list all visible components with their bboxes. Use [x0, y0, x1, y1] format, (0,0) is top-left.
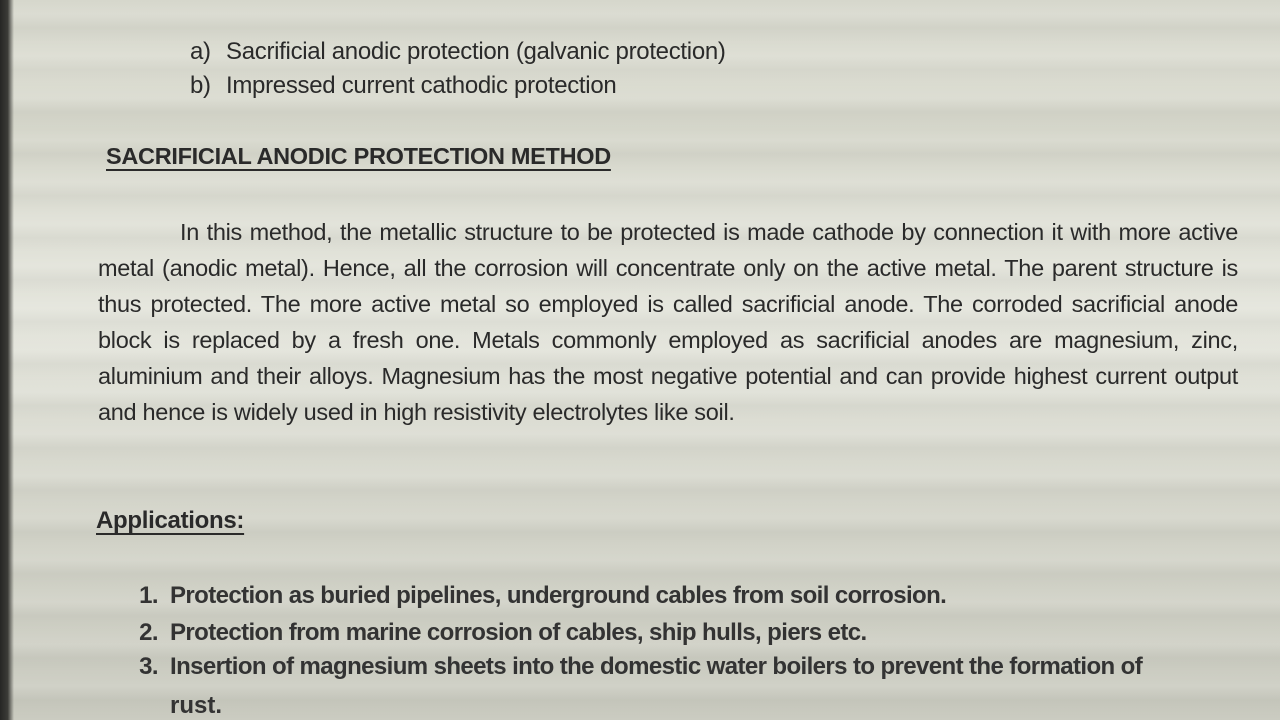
list-marker-a: a): [190, 38, 211, 65]
application-text-3-continuation: rust.: [170, 692, 223, 719]
application-text-1: Protection as buried pipelines, undergro…: [170, 582, 947, 609]
list-text-b: Impressed current cathodic protection: [226, 72, 617, 99]
application-number-2: 2.: [139, 619, 158, 646]
applications-heading: Applications:: [96, 507, 245, 534]
application-number-3: 3.: [139, 653, 158, 680]
application-number-1: 1.: [139, 582, 158, 609]
application-text-2: Protection from marine corrosion of cabl…: [170, 619, 867, 646]
list-marker-b: b): [190, 72, 211, 99]
application-text-3: Insertion of magnesium sheets into the d…: [170, 653, 1143, 680]
section-paragraph: In this method, the metallic structure t…: [98, 214, 1238, 430]
paragraph-text: In this method, the metallic structure t…: [98, 219, 1238, 425]
method-list-item-a: a) Sacrificial anodic protection (galvani…: [190, 38, 726, 66]
section-heading: SACRIFICIAL ANODIC PROTECTION METHOD: [106, 143, 611, 169]
method-list-item-b: b) Impressed current cathodic protection: [190, 72, 617, 100]
monitor-bezel-edge: [0, 0, 14, 720]
list-text-a: Sacrificial anodic protection (galvanic …: [226, 38, 726, 65]
